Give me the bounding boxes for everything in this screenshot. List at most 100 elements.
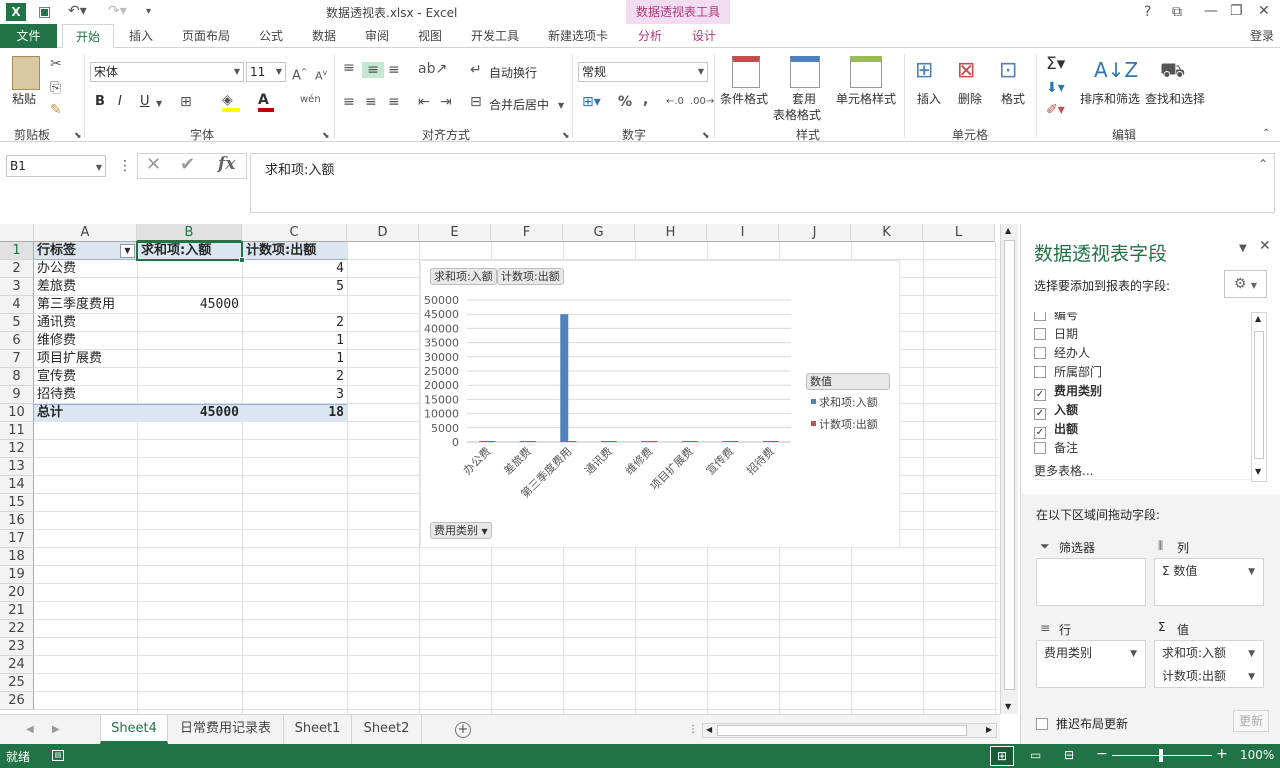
- tab-home[interactable]: 开始: [62, 24, 114, 48]
- insert-function-icon[interactable]: fx: [218, 156, 235, 173]
- field-scroll-thumb[interactable]: [1254, 331, 1264, 459]
- page-layout-view-icon[interactable]: ▭: [1030, 748, 1041, 762]
- number-format-combo[interactable]: 常规 ▼: [578, 62, 708, 82]
- italic-button[interactable]: I: [118, 94, 122, 110]
- col-header-g[interactable]: G: [563, 224, 635, 242]
- col-header-k[interactable]: K: [851, 224, 923, 242]
- row-header[interactable]: 10: [0, 404, 34, 422]
- format-as-table-label-2[interactable]: 表格格式: [773, 106, 821, 123]
- col-header-j[interactable]: J: [779, 224, 851, 242]
- normal-view-icon[interactable]: ⊞: [990, 746, 1014, 766]
- row-header[interactable]: 12: [0, 440, 34, 458]
- field-list-scrollbar[interactable]: ▲ ▼: [1251, 312, 1267, 482]
- row-label-cell[interactable]: 差旅费: [37, 278, 137, 296]
- fill-color-icon[interactable]: ◈: [222, 92, 240, 112]
- font-launcher-icon[interactable]: ⬊: [322, 128, 330, 144]
- col-header-h[interactable]: H: [635, 224, 707, 242]
- count-out-cell[interactable]: 2: [244, 314, 344, 332]
- sheet-tab-sheet2[interactable]: Sheet2: [352, 715, 422, 744]
- merge-center-button[interactable]: 合并后居中: [489, 96, 549, 113]
- col-header-c[interactable]: C: [242, 224, 347, 242]
- save-icon[interactable]: ▣: [38, 4, 51, 20]
- autosum-icon[interactable]: Σ▾: [1046, 56, 1065, 73]
- row-label-cell[interactable]: 办公费: [37, 260, 137, 278]
- scroll-thumb[interactable]: [1004, 240, 1015, 690]
- zoom-level[interactable]: 100%: [1240, 748, 1274, 762]
- legend-title-button[interactable]: 数值: [806, 373, 890, 390]
- checkbox-checked-icon[interactable]: ✓: [1034, 389, 1046, 401]
- cut-icon[interactable]: ✂: [50, 56, 62, 72]
- row-labels-header[interactable]: 行标签: [37, 242, 122, 260]
- tab-developer[interactable]: 开发工具: [471, 24, 519, 48]
- tab-review[interactable]: 审阅: [365, 24, 389, 48]
- restore-icon[interactable]: ❐: [1230, 3, 1243, 19]
- axis-field-button[interactable]: 费用类别 ▼: [430, 522, 492, 539]
- col-header-a[interactable]: A: [34, 224, 137, 242]
- tab-insert[interactable]: 插入: [129, 24, 153, 48]
- clipboard-launcher-icon[interactable]: ⬊: [74, 128, 82, 144]
- next-sheet-icon[interactable]: ▶: [52, 722, 60, 738]
- field-item[interactable]: ✓ 费用类别: [1034, 382, 1102, 401]
- horizontal-scrollbar[interactable]: ◀ ▶: [702, 723, 997, 738]
- minimize-icon[interactable]: —: [1204, 3, 1218, 19]
- row-header[interactable]: 9: [0, 386, 34, 404]
- checkbox-icon[interactable]: [1034, 366, 1046, 378]
- row-header[interactable]: 2: [0, 260, 34, 278]
- ribbon-display-icon[interactable]: ⧉: [1172, 4, 1182, 20]
- grand-total-in[interactable]: 45000: [140, 404, 239, 422]
- collapse-ribbon-icon[interactable]: ⌃: [1262, 126, 1270, 142]
- align-middle-icon[interactable]: ≡: [362, 62, 384, 78]
- font-name-combo[interactable]: 宋体 ▼: [90, 62, 244, 82]
- percent-button[interactable]: %: [618, 94, 632, 110]
- close-icon[interactable]: ✕: [1258, 3, 1270, 19]
- checkbox-checked-icon[interactable]: ✓: [1034, 427, 1046, 439]
- tab-new-tab[interactable]: 新建选项卡: [548, 24, 608, 48]
- vertical-scrollbar[interactable]: ▲ ▼: [1000, 224, 1018, 714]
- sum-in-cell[interactable]: [140, 314, 239, 332]
- chevron-down-icon[interactable]: ▼: [1248, 562, 1255, 582]
- scroll-up-icon[interactable]: ▲: [1255, 314, 1261, 323]
- filters-area[interactable]: [1036, 558, 1146, 606]
- row-header[interactable]: 7: [0, 350, 34, 368]
- align-top-icon[interactable]: ≡: [343, 60, 355, 76]
- sum-in-cell[interactable]: [140, 332, 239, 350]
- help-icon[interactable]: ?: [1144, 4, 1151, 20]
- number-launcher-icon[interactable]: ⬊: [702, 128, 710, 144]
- decrease-decimal-icon[interactable]: .00→: [690, 94, 714, 110]
- grand-total-label[interactable]: 总计: [37, 404, 137, 422]
- sum-in-cell[interactable]: [140, 350, 239, 368]
- rows-chip[interactable]: 费用类别 ▼: [1040, 643, 1140, 663]
- row-label-cell[interactable]: 招待费: [37, 386, 137, 404]
- pane-options-icon[interactable]: ▼: [1239, 241, 1247, 257]
- zoom-in-icon[interactable]: +: [1216, 746, 1228, 762]
- accounting-format-icon[interactable]: ⊞▾: [582, 94, 601, 110]
- align-center-icon[interactable]: ≡: [365, 94, 377, 110]
- chevron-down-icon[interactable]: ▼: [1248, 644, 1255, 664]
- col-header-b[interactable]: B: [137, 224, 242, 242]
- increase-indent-icon[interactable]: ⇥: [440, 94, 452, 110]
- row-header[interactable]: 25: [0, 674, 34, 692]
- field-item[interactable]: 经办人: [1034, 344, 1090, 363]
- row-header[interactable]: 6: [0, 332, 34, 350]
- col-header-i[interactable]: I: [707, 224, 779, 242]
- row-label-cell[interactable]: 项目扩展费: [37, 350, 137, 368]
- checkbox-icon[interactable]: [1034, 442, 1046, 454]
- row-header[interactable]: 22: [0, 620, 34, 638]
- font-size-combo[interactable]: 11 ▼: [246, 62, 286, 82]
- row-header[interactable]: 26: [0, 692, 34, 710]
- sheet-tab-sheet4[interactable]: Sheet4: [100, 715, 168, 744]
- sheet-tab-daily-expense[interactable]: 日常费用记录表: [168, 715, 284, 744]
- row-label-cell[interactable]: 通讯费: [37, 314, 137, 332]
- more-tables-link[interactable]: 更多表格...: [1034, 462, 1093, 479]
- alignment-launcher-icon[interactable]: ⬊: [562, 128, 570, 144]
- columns-area[interactable]: Σ 数值 ▼: [1154, 558, 1264, 606]
- format-painter-icon[interactable]: ✎: [50, 102, 62, 118]
- cell-styles-button[interactable]: 单元格样式: [836, 90, 896, 107]
- merge-dropdown-icon[interactable]: ▼: [558, 98, 564, 114]
- h-scroll-thumb[interactable]: [717, 725, 967, 736]
- macro-record-icon[interactable]: ▤: [52, 750, 64, 761]
- row-header[interactable]: 5: [0, 314, 34, 332]
- format-cells-button[interactable]: 格式: [1001, 90, 1025, 107]
- row-label-cell[interactable]: 第三季度费用: [37, 296, 137, 314]
- collapse-formula-icon[interactable]: ⌃: [1258, 156, 1268, 172]
